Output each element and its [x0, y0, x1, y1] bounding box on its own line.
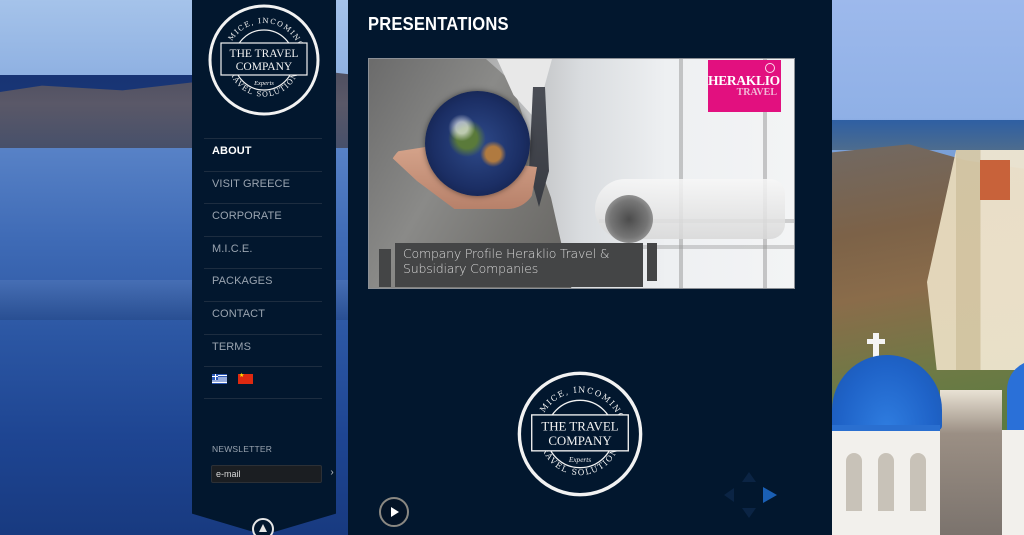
- newsletter-label: NEWSLETTER: [212, 444, 273, 454]
- sidebar: CORPORATE, MICE, INCOMING & LEISURE TRAV…: [192, 0, 336, 535]
- orange-house: [980, 160, 1010, 200]
- nav-item-visit-greece[interactable]: VISIT GREECE: [204, 170, 322, 204]
- slider-up-arrow-icon[interactable]: [742, 472, 756, 482]
- nav-item-corporate[interactable]: CORPORATE: [204, 203, 322, 236]
- greece-flag-icon[interactable]: [212, 374, 227, 385]
- stamp-logo-icon: CORPORATE, MICE, INCOMING & LEISURE TRAV…: [203, 0, 320, 116]
- svg-text:THE TRAVEL: THE TRAVEL: [541, 419, 618, 434]
- nav-item-mice[interactable]: M.I.C.E.: [204, 235, 322, 269]
- bell-tower: [832, 425, 940, 535]
- arch: [846, 453, 862, 511]
- svg-text:THE TRAVEL: THE TRAVEL: [230, 48, 299, 60]
- language-switcher: [204, 366, 322, 400]
- heraklio-travel-badge[interactable]: HERAKLIO TRAVEL: [708, 60, 781, 112]
- china-flag-icon[interactable]: [238, 372, 253, 385]
- play-button[interactable]: [379, 497, 409, 527]
- globe-mini-icon: [765, 63, 775, 73]
- slide-caption: Company Profile Heraklio Travel & Subsid…: [379, 243, 657, 287]
- slider-down-arrow-icon[interactable]: [742, 508, 756, 518]
- svg-text:COMPANY: COMPANY: [548, 433, 611, 448]
- nav-item-contact[interactable]: CONTACT: [204, 300, 322, 334]
- page-title: PRESENTATIONS: [368, 14, 509, 34]
- newsletter-email-input[interactable]: [211, 465, 322, 483]
- slider-prev-arrow-icon[interactable]: [724, 488, 734, 502]
- slider-next-arrow-icon[interactable]: [763, 487, 777, 503]
- presentation-slide[interactable]: HERAKLIO TRAVEL Company Profile Heraklio…: [368, 58, 795, 289]
- horizon: [832, 120, 1024, 150]
- scroll-to-top-button[interactable]: [252, 518, 274, 535]
- newsletter-submit-button[interactable]: ›: [327, 465, 337, 481]
- nav-item-about[interactable]: ABOUT: [204, 138, 322, 171]
- arch: [910, 453, 926, 511]
- svg-text:Experts: Experts: [253, 80, 274, 87]
- church-cross: [867, 333, 885, 357]
- site-logo[interactable]: CORPORATE, MICE, INCOMING & LEISURE TRAV…: [203, 0, 321, 117]
- arrow-up-icon: [259, 524, 267, 532]
- bell-tower-2: [1002, 430, 1024, 535]
- globe-icon: [425, 91, 530, 196]
- center-stamp-logo[interactable]: CORPORATE, MICE, INCOMING & LEISURE TRAV…: [512, 362, 644, 498]
- stamp-logo-icon: CORPORATE, MICE, INCOMING & LEISURE TRAV…: [512, 362, 643, 497]
- slider-navigation: [718, 470, 798, 522]
- main-nav: ABOUT VISIT GREECE CORPORATE M.I.C.E. PA…: [204, 138, 322, 400]
- badge-line-2: TRAVEL: [736, 87, 777, 98]
- badge-line-1: HERAKLIO: [708, 73, 780, 88]
- arch: [878, 453, 894, 511]
- play-icon: [391, 507, 399, 517]
- airplane-engine: [605, 195, 653, 243]
- svg-text:COMPANY: COMPANY: [236, 61, 293, 73]
- svg-text:Experts: Experts: [568, 456, 591, 464]
- nav-item-terms[interactable]: TERMS: [204, 333, 322, 367]
- stone-wall: [940, 390, 1002, 535]
- background-santorini-village: [832, 0, 1024, 535]
- nav-item-packages[interactable]: PACKAGES: [204, 268, 322, 301]
